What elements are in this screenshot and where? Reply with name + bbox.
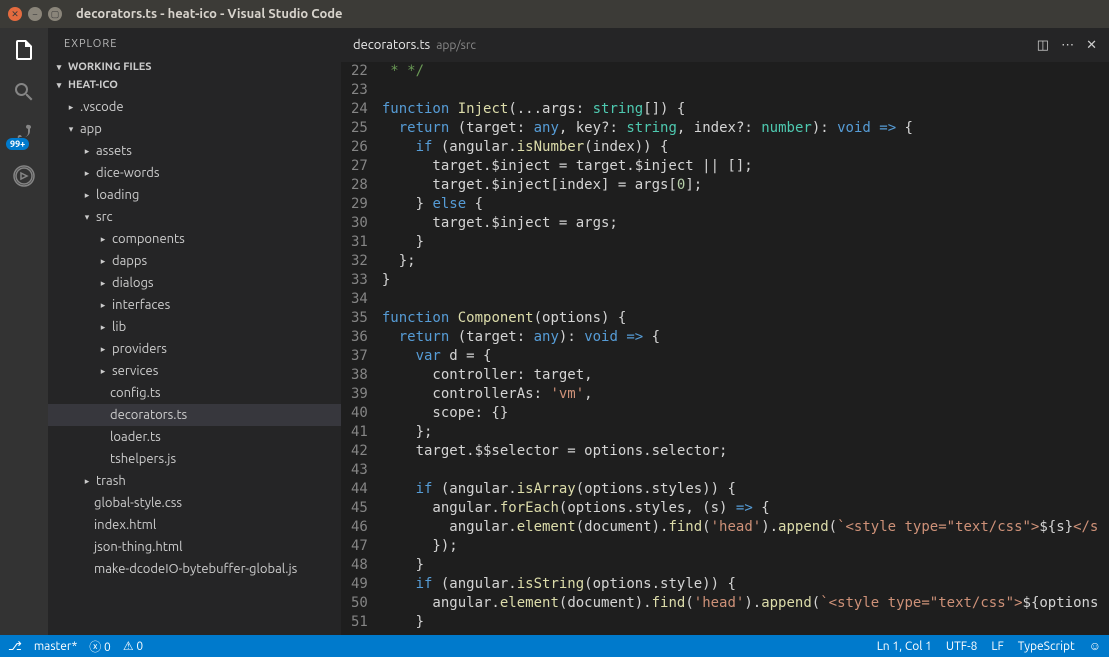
tree-folder[interactable]: ▸loading	[48, 184, 341, 206]
working-files-section[interactable]: ▾WORKING FILES	[48, 58, 341, 76]
sidebar: EXPLORE ▾WORKING FILES ▾HEAT-ICO ▸.vscod…	[48, 28, 341, 635]
tree-file[interactable]: loader.ts	[48, 426, 341, 448]
encoding-indicator[interactable]: UTF-8	[946, 640, 977, 653]
tree-file[interactable]: index.html	[48, 514, 341, 536]
file-tree: ▸.vscode ▾app ▸assets ▸dice-words ▸loadi…	[48, 94, 341, 582]
close-editor-icon[interactable]: ✕	[1086, 38, 1097, 53]
scm-badge: 99+	[6, 138, 29, 150]
errors-indicator[interactable]: ⓧ 0	[89, 638, 111, 655]
feedback-icon[interactable]: ☺	[1089, 639, 1101, 653]
split-editor-icon[interactable]: ◫	[1037, 38, 1049, 53]
sidebar-title: EXPLORE	[48, 28, 341, 58]
tree-folder[interactable]: ▸interfaces	[48, 294, 341, 316]
search-icon[interactable]	[10, 78, 38, 106]
project-section[interactable]: ▾HEAT-ICO	[48, 76, 341, 94]
window-controls: ✕ – ▢	[8, 7, 62, 21]
window-titlebar: ✕ – ▢ decorators.ts - heat-ico - Visual …	[0, 0, 1109, 28]
window-close-button[interactable]: ✕	[8, 7, 22, 21]
tree-file[interactable]: make-dcodeIO-bytebuffer-global.js	[48, 558, 341, 580]
source-control-icon[interactable]: 99+	[10, 120, 38, 148]
tree-folder[interactable]: ▾src	[48, 206, 341, 228]
tree-file[interactable]: json-thing.html	[48, 536, 341, 558]
tree-folder[interactable]: ▸dialogs	[48, 272, 341, 294]
tree-file[interactable]: config.ts	[48, 382, 341, 404]
cursor-position[interactable]: Ln 1, Col 1	[877, 640, 932, 653]
tree-folder[interactable]: ▸services	[48, 360, 341, 382]
window-title: decorators.ts - heat-ico - Visual Studio…	[76, 7, 343, 21]
tree-folder[interactable]: ▸lib	[48, 316, 341, 338]
tree-file[interactable]: tshelpers.js	[48, 448, 341, 470]
editor-tab-path: app/src	[436, 39, 476, 52]
language-mode[interactable]: TypeScript	[1018, 640, 1075, 653]
debug-icon[interactable]	[10, 162, 38, 190]
tree-folder[interactable]: ▸trash	[48, 470, 341, 492]
explorer-icon[interactable]	[10, 36, 38, 64]
status-bar: ⎇ master* ⓧ 0 ⚠ 0 Ln 1, Col 1 UTF-8 LF T…	[0, 635, 1109, 657]
activity-bar: 99+	[0, 28, 48, 635]
more-actions-icon[interactable]: ⋯	[1061, 38, 1074, 53]
tree-file[interactable]: global-style.css	[48, 492, 341, 514]
git-branch-icon[interactable]: ⎇	[8, 639, 22, 653]
tree-folder[interactable]: ▸dice-words	[48, 162, 341, 184]
editor-tab-name[interactable]: decorators.ts	[353, 38, 430, 52]
line-number-gutter: 2223242526272829303132333435363738394041…	[341, 62, 382, 635]
tree-folder[interactable]: ▾app	[48, 118, 341, 140]
editor-area: decorators.ts app/src ◫ ⋯ ✕ 222324252627…	[341, 28, 1109, 635]
code-content[interactable]: * */ function Inject(...args: string[]) …	[382, 62, 1109, 635]
editor-tab-bar: decorators.ts app/src ◫ ⋯ ✕	[341, 28, 1109, 62]
window-minimize-button[interactable]: –	[28, 7, 42, 21]
window-maximize-button[interactable]: ▢	[48, 7, 62, 21]
git-branch-name[interactable]: master*	[34, 640, 77, 653]
editor-tab-actions: ◫ ⋯ ✕	[1037, 38, 1097, 53]
tree-folder[interactable]: ▸.vscode	[48, 96, 341, 118]
code-editor[interactable]: 2223242526272829303132333435363738394041…	[341, 62, 1109, 635]
tree-folder[interactable]: ▸components	[48, 228, 341, 250]
eol-indicator[interactable]: LF	[991, 640, 1003, 653]
tree-folder[interactable]: ▸dapps	[48, 250, 341, 272]
tree-folder[interactable]: ▸providers	[48, 338, 341, 360]
tree-folder[interactable]: ▸assets	[48, 140, 341, 162]
warnings-indicator[interactable]: ⚠ 0	[123, 639, 143, 653]
tree-file-selected[interactable]: decorators.ts	[48, 404, 341, 426]
